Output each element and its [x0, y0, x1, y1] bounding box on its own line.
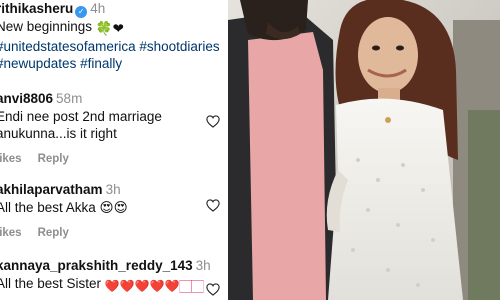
couple-photo-image — [228, 0, 500, 300]
reply-button[interactable]: Reply — [38, 153, 69, 165]
post-username[interactable]: rithikasheru — [0, 1, 73, 16]
likes-link[interactable]: likes — [0, 153, 22, 165]
comment-username[interactable]: akhilaparvatham — [0, 182, 103, 197]
comment-item: anvi8806 58m Endi nee post 2nd marriage a… — [0, 90, 228, 166]
comment-text: anukunna...is it right — [0, 126, 117, 141]
comment-text: All the best Akka 😍😍 — [0, 199, 128, 215]
comment-username[interactable]: anvi8806 — [0, 91, 53, 106]
caption-emojis: 🍀❤ — [95, 21, 124, 36]
comment-emojis: ❤️❤️❤️❤️❤️🏻🏻 — [104, 278, 204, 293]
post-time[interactable]: 4h — [90, 1, 105, 16]
hashtag-line-2[interactable]: #newupdates #finally — [0, 55, 228, 73]
post-photo — [228, 0, 500, 300]
post-caption: rithikasheru ✓ 4h New beginnings 🍀❤ #unite… — [0, 0, 228, 73]
caption-text: New beginnings — [0, 19, 93, 34]
comment-item: kannaya_prakshith_reddy_143 3h All the be… — [0, 257, 228, 295]
likes-link[interactable]: likes — [0, 227, 22, 239]
comments-panel: rithikasheru ✓ 4h New beginnings 🍀❤ #unite… — [0, 0, 228, 300]
comment-text: All the best Sister — [0, 275, 102, 291]
comment-username[interactable]: kannaya_prakshith_reddy_143 — [0, 258, 193, 273]
heart-outline-icon[interactable] — [206, 283, 220, 296]
hashtag-line-1[interactable]: #unitedstatesofamerica #shootdiaries — [0, 38, 228, 56]
heart-outline-icon[interactable] — [206, 199, 220, 212]
verified-badge-icon: ✓ — [75, 6, 88, 18]
comment-text: Endi nee post 2nd marriage — [0, 108, 162, 124]
reply-button[interactable]: Reply — [38, 227, 69, 239]
comment-time: 3h — [105, 182, 121, 197]
comment-time: 58m — [56, 91, 83, 106]
heart-outline-icon[interactable] — [206, 115, 220, 128]
comment-item: akhilaparvatham3h All the best Akka 😍😍 l… — [0, 181, 228, 240]
comment-time: 3h — [195, 258, 211, 273]
